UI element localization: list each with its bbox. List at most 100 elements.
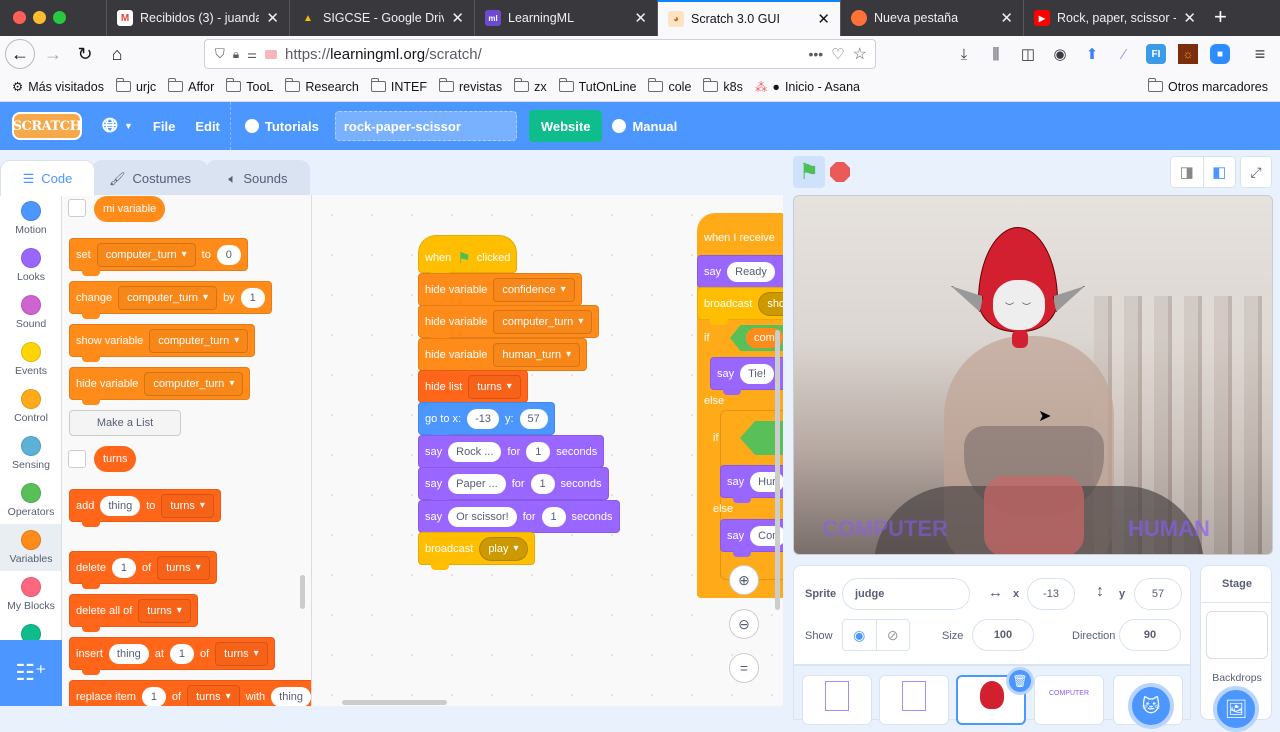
list-dropdown[interactable]: turns <box>468 374 521 399</box>
hide-variable-block[interactable]: hide variable computer_turn <box>418 305 600 343</box>
item-input[interactable]: thing <box>271 686 311 706</box>
browser-tab[interactable]: ▲ SIGCSE - Google Drive ✕ <box>289 0 474 36</box>
palette-scrollbar[interactable] <box>300 575 305 609</box>
bookmark-star-icon[interactable]: ☆ <box>853 44 867 64</box>
message-input[interactable]: Ready <box>727 261 775 282</box>
hide-sprite-button[interactable]: ⊘ <box>877 620 910 650</box>
list-dropdown[interactable]: turns <box>157 555 210 580</box>
stage-selector-panel[interactable]: Stage Backdrops 🖼︎ <box>1200 565 1273 732</box>
set-variable-block[interactable]: set computer_turn to 0 <box>69 238 248 276</box>
project-title-input[interactable]: rock-paper-scissor <box>334 111 517 141</box>
list-reporter[interactable]: turns <box>94 446 137 472</box>
delete-item-block[interactable]: delete 1 of turns <box>69 551 217 589</box>
variable-reporter[interactable]: mi variable <box>94 196 166 222</box>
reload-button[interactable]: ↻ <box>70 39 100 69</box>
value-input[interactable]: 0 <box>216 244 241 265</box>
choose-backdrop-button[interactable]: 🖼︎ <box>1213 686 1259 732</box>
delete-sprite-button[interactable]: 🗑︎ <box>1006 667 1034 695</box>
close-tab-icon[interactable]: ✕ <box>817 10 830 28</box>
back-button[interactable]: ← <box>5 39 35 69</box>
bookmark-folder[interactable]: cole <box>648 78 691 94</box>
variable-dropdown[interactable]: computer_turn <box>96 242 196 267</box>
browser-tab-active[interactable]: ◕ Scratch 3.0 GUI ✕ <box>657 0 840 36</box>
close-tab-icon[interactable]: ✕ <box>1000 9 1013 27</box>
edit-menu[interactable]: Edit <box>185 102 230 150</box>
y-position-input[interactable]: 57 <box>1134 578 1182 610</box>
y-input[interactable]: 57 <box>519 408 548 429</box>
sprite-thumbnail[interactable] <box>879 675 949 725</box>
insert-item-block[interactable]: insert thing at 1 of turns <box>69 637 275 675</box>
replace-item-block[interactable]: replace item 1 of turns with thing <box>69 680 311 706</box>
zoom-reset-button[interactable]: = <box>729 653 759 683</box>
list-dropdown[interactable]: turns <box>138 598 191 623</box>
add-extension-button[interactable]: ☷⁺ <box>0 640 62 706</box>
maximize-window-button[interactable] <box>53 11 66 24</box>
broadcast-block[interactable]: broadcast sho <box>697 287 783 325</box>
say-block[interactable]: say Con <box>720 519 783 557</box>
bookmark-most-visited[interactable]: ⚙ Más visitados <box>12 79 104 95</box>
variable-dropdown[interactable]: computer_turn <box>493 309 593 334</box>
delete-all-block[interactable]: delete all of turns <box>69 594 198 632</box>
bookmark-folder[interactable]: Affor <box>168 78 214 94</box>
say-for-secs-block[interactable]: say Paper ... for 1 seconds <box>418 467 609 505</box>
index-input[interactable]: 1 <box>169 643 194 664</box>
pocket-icon[interactable]: ♡ <box>831 45 844 63</box>
category-my-blocks[interactable]: My Blocks <box>0 571 61 618</box>
bookmark-folder[interactable]: INTEF <box>370 78 427 94</box>
variable-dropdown[interactable]: computer_turn <box>144 371 244 396</box>
size-input[interactable]: 100 <box>972 619 1034 651</box>
message-input[interactable]: Rock ... <box>448 441 502 462</box>
list-dropdown[interactable]: turns <box>187 684 240 706</box>
message-dropdown[interactable]: play <box>479 536 528 561</box>
url-bar[interactable]: ⛉ 🔒︎ ⚌ https://learningml.org/scratch/ •… <box>204 39 876 69</box>
say-for-secs-block[interactable]: say Rock ... for 1 seconds <box>418 435 605 473</box>
account-icon[interactable]: ◉ <box>1050 44 1070 64</box>
list-dropdown[interactable]: turns <box>215 641 268 666</box>
category-sound[interactable]: Sound <box>0 289 61 336</box>
scratch-logo[interactable]: SCRATCH <box>12 112 82 140</box>
bookmark-folder[interactable]: k8s <box>703 78 743 94</box>
close-tab-icon[interactable]: ✕ <box>451 9 464 27</box>
hide-variable-block[interactable]: hide variable confidence <box>418 273 582 311</box>
zoom-in-button[interactable]: ⊕ <box>729 565 759 595</box>
seconds-input[interactable]: 1 <box>541 506 566 527</box>
variable-dropdown[interactable]: computer_turn <box>149 328 249 353</box>
browser-tab[interactable]: ▶ Rock, paper, scissor - Y ✕ <box>1023 0 1206 36</box>
category-variables[interactable]: Variables <box>0 524 61 571</box>
index-input[interactable]: 1 <box>111 557 136 578</box>
category-looks[interactable]: Looks <box>0 242 61 289</box>
seconds-input[interactable]: 1 <box>526 441 551 462</box>
category-operators[interactable]: Operators <box>0 477 61 524</box>
extension-sun-icon[interactable]: ☼ <box>1178 44 1198 64</box>
browser-tab[interactable]: M Recibidos (3) - juanda@ ✕ <box>106 0 289 36</box>
tab-sounds[interactable]: 🔈︎ Sounds <box>206 160 310 196</box>
bookmark-folder[interactable]: TooL <box>226 78 273 94</box>
direction-input[interactable]: 90 <box>1119 619 1181 651</box>
say-for-secs-block[interactable]: say Or scissor! for 1 seconds <box>418 500 620 538</box>
fullscreen-button[interactable]: ⤢ <box>1240 156 1272 188</box>
add-to-list-block[interactable]: add thing to turns <box>69 489 221 527</box>
file-menu[interactable]: File <box>143 102 185 150</box>
browser-tab[interactable]: ml LearningML ✕ <box>474 0 657 36</box>
value-input[interactable]: 1 <box>240 287 265 308</box>
say-block[interactable]: say Ready <box>697 255 783 293</box>
close-window-button[interactable] <box>13 11 26 24</box>
bookmark-asana[interactable]: ⁂ ● Inicio - Asana <box>755 79 860 95</box>
bookmark-folder[interactable]: urjc <box>115 78 156 94</box>
green-flag-button[interactable]: ⚑ <box>793 156 825 188</box>
category-sensing[interactable]: Sensing <box>0 430 61 477</box>
index-input[interactable]: 1 <box>141 686 166 706</box>
zoom-out-button[interactable]: ⊖ <box>729 609 759 639</box>
stage-canvas[interactable]: ︶︶ COMPUTER HUMAN ➤ <box>793 195 1273 555</box>
close-tab-icon[interactable]: ✕ <box>634 9 647 27</box>
hide-variable-block[interactable]: hide variable computer_turn <box>69 367 251 405</box>
message-input[interactable]: Or scissor! <box>448 506 517 527</box>
x-position-input[interactable]: -13 <box>1027 578 1075 610</box>
sprite-thumbnail[interactable] <box>802 675 872 725</box>
manual-button[interactable]: Manual <box>602 102 687 150</box>
new-tab-button[interactable]: + <box>1214 4 1227 30</box>
bookmark-folder[interactable]: zx <box>514 78 547 94</box>
judge-sprite[interactable]: ︶︶ <box>948 222 1088 372</box>
website-button[interactable]: Website <box>528 110 603 142</box>
forward-button[interactable]: → <box>38 39 68 69</box>
